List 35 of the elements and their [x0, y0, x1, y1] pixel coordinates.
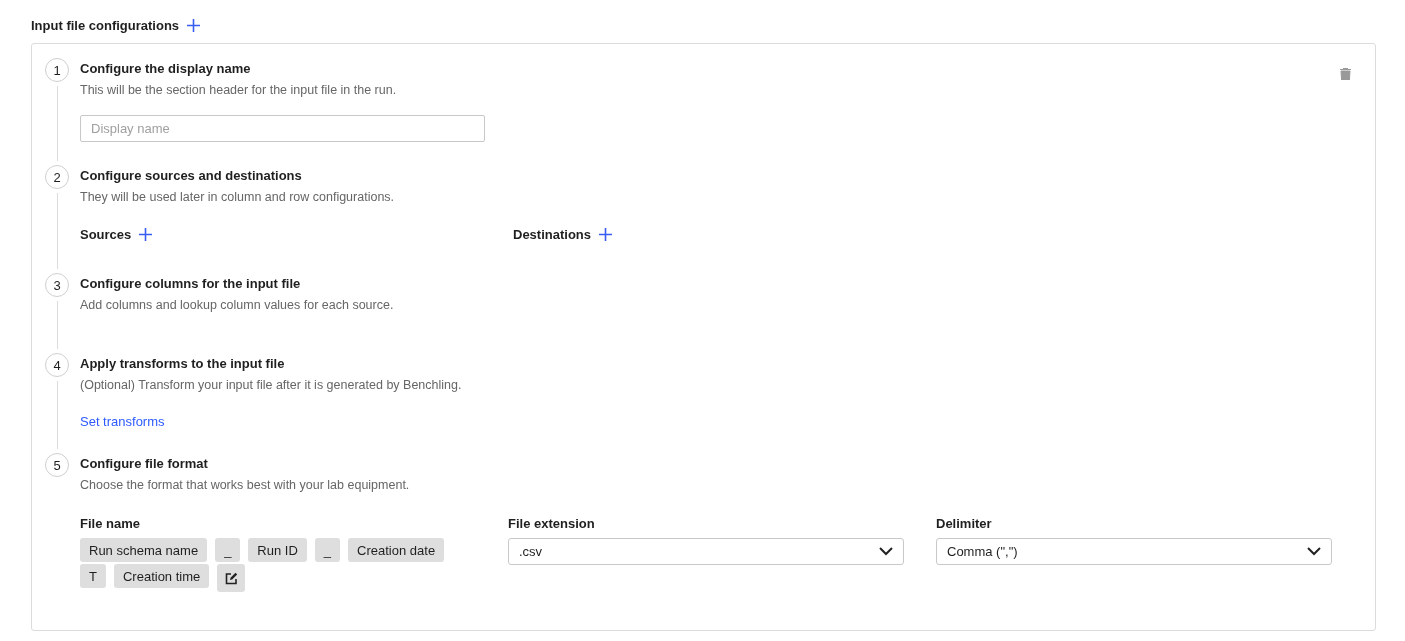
- step-description: Choose the format that works best with your lab equipment.: [80, 478, 411, 492]
- caret-icon: [879, 547, 893, 556]
- dropdown-select[interactable]: .csv: [508, 538, 904, 565]
- plus-icon[interactable]: [187, 18, 201, 32]
- section-title: Input file configurations: [31, 17, 180, 33]
- dropdown-select[interactable]: Comma (","): [936, 538, 1332, 565]
- plus-icon[interactable]: [599, 228, 612, 241]
- step-title: Configure the display name: [80, 61, 251, 78]
- plus-icon[interactable]: [139, 228, 153, 241]
- file-name-token[interactable]: Creation date: [348, 538, 445, 562]
- step-description: Add columns and lookup column values for each source.: [80, 298, 395, 312]
- file-name-token[interactable]: T: [80, 564, 106, 588]
- step-title: Configure columns for the input file: [80, 276, 301, 293]
- field-label: File extension: [508, 516, 595, 531]
- field-label: Delimiter: [936, 516, 992, 531]
- file-name-token[interactable]: Run schema name: [80, 538, 208, 562]
- step-title: Configure file format: [80, 456, 208, 473]
- display-name-field[interactable]: Display name: [80, 115, 485, 142]
- step-title: Configure sources and destinations: [80, 168, 302, 185]
- step-description: They will be used later in column and row configurations.: [80, 190, 396, 204]
- list-label: Destinations: [513, 227, 591, 242]
- edit-button[interactable]: [217, 564, 246, 592]
- field-label: File name: [80, 516, 140, 531]
- file-name-token[interactable]: _: [215, 538, 241, 562]
- edit-icon: [224, 571, 238, 585]
- step-description: (Optional) Transform your input file after it is generated by Benchling.: [80, 378, 463, 392]
- caret-icon: [1307, 547, 1321, 556]
- file-name-token[interactable]: Creation time: [113, 564, 210, 588]
- set-transforms-link[interactable]: Set transforms: [80, 414, 165, 429]
- file-name-token[interactable]: Run ID: [248, 538, 307, 562]
- step-description: This will be the section header for the input file in the run.: [80, 83, 398, 97]
- list-label: Sources: [80, 227, 132, 242]
- step-title: Apply transforms to the input file: [80, 356, 285, 373]
- trash-icon[interactable]: [1340, 68, 1351, 80]
- file-name-token[interactable]: _: [314, 538, 341, 562]
